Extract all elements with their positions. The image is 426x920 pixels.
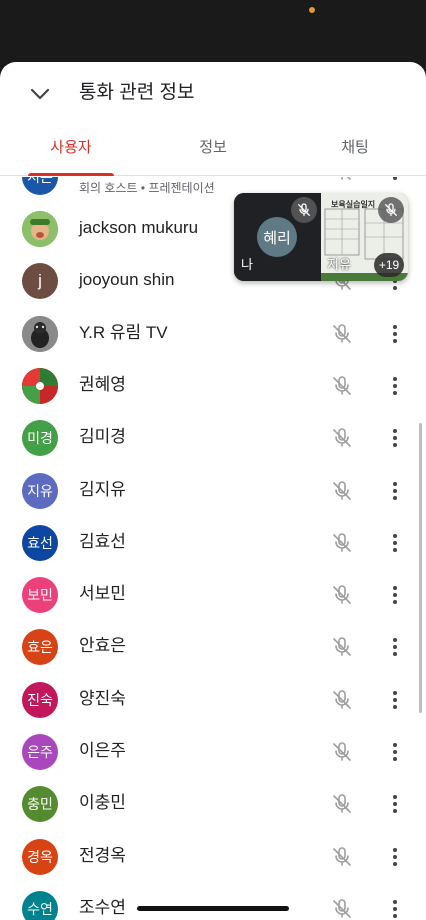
participant-name: 김효선 bbox=[79, 531, 126, 551]
avatar bbox=[22, 315, 58, 352]
list-item[interactable]: 은주 이은주 bbox=[0, 726, 426, 778]
more-options-icon[interactable] bbox=[383, 790, 407, 818]
tab-chat[interactable]: 채팅 bbox=[312, 132, 398, 176]
mic-off-icon bbox=[333, 428, 351, 447]
document-title: 보육실습일지 bbox=[331, 200, 376, 209]
more-options-icon[interactable] bbox=[383, 424, 407, 452]
more-options-icon[interactable] bbox=[383, 686, 407, 714]
mic-off-icon bbox=[333, 846, 351, 866]
participant-label: 지유 bbox=[327, 257, 351, 272]
tab-active-indicator bbox=[28, 173, 114, 176]
participant-name: 안효은 bbox=[79, 636, 126, 656]
more-options-icon[interactable] bbox=[383, 177, 407, 185]
self-avatar: 혜리 bbox=[257, 217, 297, 257]
mic-off-icon bbox=[333, 794, 351, 814]
mic-off-icon bbox=[333, 376, 351, 395]
avatar: 충민 bbox=[22, 786, 58, 823]
tab-people[interactable]: 사용자 bbox=[28, 132, 114, 176]
avatar: 보민 bbox=[22, 577, 58, 614]
tab-people-label: 사용자 bbox=[50, 139, 92, 156]
avatar: 지은 bbox=[22, 177, 58, 195]
avatar: 경옥 bbox=[22, 838, 58, 875]
participant-name: 전경옥 bbox=[79, 845, 126, 865]
avatar: 진숙 bbox=[22, 681, 58, 718]
more-options-icon[interactable] bbox=[383, 738, 407, 766]
participant-name: 양진숙 bbox=[79, 688, 126, 708]
more-options-icon[interactable] bbox=[383, 581, 407, 609]
participant-name: 권혜영 bbox=[79, 374, 126, 394]
avatar: 수연 bbox=[22, 890, 58, 920]
list-scrollbar[interactable] bbox=[419, 423, 422, 713]
participant-list: 지은 회의 호스트 • 프레젠테이션 jackson mukuru j jooyou… bbox=[0, 177, 426, 920]
mic-off-icon bbox=[341, 177, 351, 180]
mic-off-icon bbox=[291, 197, 317, 223]
sheet-title: 통화 관련 정보 bbox=[79, 82, 195, 103]
mic-off-icon bbox=[333, 532, 351, 552]
more-options-icon[interactable] bbox=[383, 633, 407, 661]
tab-bar: 사용자 정보 채팅 bbox=[0, 132, 426, 176]
mic-off-icon bbox=[333, 899, 351, 918]
participant-name: 김미경 bbox=[79, 427, 126, 447]
mic-off-icon bbox=[333, 742, 351, 761]
list-item[interactable]: 효선 김효선 bbox=[0, 517, 426, 569]
list-item[interactable]: 경옥 전경옥 bbox=[0, 831, 426, 883]
avatar: 은주 bbox=[22, 734, 58, 770]
participant-name: Y.R 유림 TV bbox=[79, 322, 168, 342]
host-subtitle: 회의 호스트 • 프레젠테이션 bbox=[79, 181, 215, 195]
tab-info-label: 정보 bbox=[199, 139, 227, 156]
self-video-tile: 혜리 나 bbox=[234, 193, 321, 281]
avatar bbox=[22, 211, 58, 247]
more-options-icon[interactable] bbox=[383, 529, 407, 557]
camera-indicator bbox=[309, 7, 315, 13]
tab-chat-label: 채팅 bbox=[341, 139, 369, 156]
video-pip-preview[interactable]: 혜리 나 보육실습일지 지유 +19 bbox=[234, 193, 408, 281]
more-options-icon[interactable] bbox=[383, 320, 407, 348]
self-label: 나 bbox=[241, 257, 253, 272]
avatar: 효선 bbox=[22, 524, 58, 561]
avatar: j bbox=[22, 263, 58, 300]
more-participants-badge: +19 bbox=[374, 253, 404, 277]
participant-name: 조수연 bbox=[79, 897, 126, 917]
home-indicator[interactable] bbox=[137, 906, 289, 911]
avatar: 효은 bbox=[22, 629, 58, 666]
mic-off-icon bbox=[333, 637, 351, 657]
participant-name: jackson mukuru bbox=[79, 218, 199, 237]
mic-off-icon bbox=[333, 585, 351, 604]
list-item[interactable]: 권혜영 bbox=[0, 360, 426, 412]
tab-info[interactable]: 정보 bbox=[170, 132, 256, 176]
mic-off-icon bbox=[333, 323, 351, 343]
participant-name: 서보민 bbox=[79, 584, 126, 604]
avatar: 미경 bbox=[22, 420, 58, 457]
call-info-sheet: 통화 관련 정보 사용자 정보 채팅 지은 회의 호스트 • 프레젠테이션 ja… bbox=[0, 62, 426, 920]
collapse-chevron-icon[interactable] bbox=[26, 80, 54, 108]
more-options-icon[interactable] bbox=[383, 477, 407, 505]
list-item[interactable]: 미경 김미경 bbox=[0, 412, 426, 464]
list-item[interactable]: 충민 이충민 bbox=[0, 778, 426, 830]
participant-name: 이충민 bbox=[79, 793, 126, 813]
list-item[interactable]: Y.R 유림 TV bbox=[0, 308, 426, 360]
avatar: 지유 bbox=[22, 472, 58, 509]
shared-screen-tile: 보육실습일지 지유 +19 bbox=[321, 193, 408, 281]
participant-name: jooyoun shin bbox=[79, 270, 175, 290]
list-item[interactable]: 보민 서보민 bbox=[0, 569, 426, 621]
more-options-icon[interactable] bbox=[383, 895, 407, 920]
list-item[interactable]: 효은 안효은 bbox=[0, 621, 426, 673]
avatar bbox=[22, 367, 58, 404]
participant-name: 이은주 bbox=[79, 741, 126, 760]
list-item[interactable]: 수연 조수연 bbox=[0, 883, 426, 920]
sheet-header: 통화 관련 정보 bbox=[0, 62, 426, 124]
more-options-icon[interactable] bbox=[383, 843, 407, 871]
more-options-icon[interactable] bbox=[383, 372, 407, 400]
list-item[interactable]: 지유 김지유 bbox=[0, 465, 426, 517]
mic-off-icon bbox=[333, 480, 351, 500]
mic-off-icon bbox=[333, 689, 351, 709]
list-item[interactable]: 진숙 양진숙 bbox=[0, 674, 426, 726]
participant-name: 김지유 bbox=[79, 479, 126, 499]
mic-off-icon bbox=[378, 197, 404, 223]
